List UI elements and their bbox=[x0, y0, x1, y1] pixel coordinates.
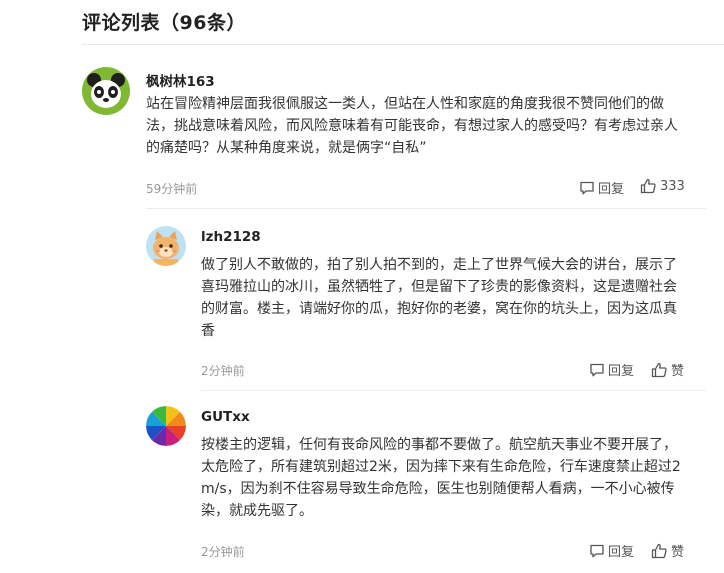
comment-line: 香 bbox=[201, 323, 215, 339]
cat-icon bbox=[146, 226, 186, 266]
comment-time: 2分钟前 bbox=[201, 545, 245, 559]
comment-divider bbox=[201, 390, 706, 391]
like-button[interactable]: 赞 bbox=[651, 360, 684, 379]
comment-username[interactable]: GUTxx bbox=[201, 409, 250, 425]
comment-time: 2分钟前 bbox=[201, 364, 245, 378]
reply-button[interactable]: 回复 bbox=[589, 541, 634, 560]
panda-icon bbox=[82, 67, 130, 115]
reply-icon bbox=[590, 544, 604, 557]
comment-line: 按楼主的逻辑，任何有丧命风险的事都不要做了。航空航天事业不要开展了， bbox=[201, 437, 677, 453]
reply-label: 回复 bbox=[598, 182, 625, 197]
avatar[interactable] bbox=[146, 406, 186, 446]
color-wheel-icon bbox=[146, 406, 186, 446]
like-button[interactable]: 赞 bbox=[651, 541, 684, 560]
comment-line: 喜玛雅拉山的冰川，虽然牺牲了，但是留下了珍贵的影像资料，这是遗赠社会 bbox=[201, 279, 677, 295]
comment-line: 染，就成先驱了。 bbox=[201, 503, 313, 519]
comment-divider bbox=[146, 208, 706, 209]
comment-line: 法，挑战意味着风险，而风险意味着有可能丧命，有想过家人的感受吗？有考虑过亲人 bbox=[146, 118, 678, 134]
thumbs-up-icon bbox=[640, 178, 656, 194]
comment-content: 做了别人不敢做的，拍了别人拍不到的，走上了世界气候大会的讲台，展示了 喜玛雅拉山… bbox=[201, 254, 701, 342]
comment-time: 59分钟前 bbox=[146, 182, 198, 196]
comment-username[interactable]: 枫树林163 bbox=[146, 70, 215, 90]
comment-line: 做了别人不敢做的，拍了别人拍不到的，走上了世界气候大会的讲台，展示了 bbox=[201, 257, 677, 273]
like-label: 赞 bbox=[671, 364, 685, 379]
reply-label: 回复 bbox=[608, 545, 635, 560]
header-divider bbox=[82, 44, 724, 45]
like-count: 333 bbox=[660, 178, 685, 194]
like-button[interactable]: 333 bbox=[640, 178, 685, 194]
comment-username[interactable]: lzh2128 bbox=[201, 229, 261, 245]
reply-button[interactable]: 回复 bbox=[579, 178, 624, 197]
comment-line: 站在冒险精神层面我很佩服这一类人，但站在人性和家庭的角度我很不赞同他们的做 bbox=[146, 96, 664, 112]
thumbs-up-icon bbox=[651, 362, 667, 377]
comment-line: 的痛楚吗？从某种角度来说，就是俩字“自私” bbox=[146, 140, 427, 156]
thumbs-up-icon bbox=[651, 543, 667, 558]
comment-line: m/s，因为刹不住容易导致生命危险，医生也别随便帮人看病，一不小心被传 bbox=[201, 481, 675, 497]
page-title: 评论列表（96条） bbox=[82, 12, 246, 34]
reply-label: 回复 bbox=[608, 364, 635, 379]
reply-button[interactable]: 回复 bbox=[589, 360, 634, 379]
comment-line: 的财富。楼主，请端好你的瓜，抱好你的老婆，窝在你的坑头上，因为这瓜真 bbox=[201, 301, 677, 317]
comment-content: 按楼主的逻辑，任何有丧命风险的事都不要做了。航空航天事业不要开展了， 太危险了，… bbox=[201, 434, 701, 522]
reply-icon bbox=[590, 363, 604, 376]
comment-line: 太危险了，所有建筑别超过2米，因为摔下来有生命危险，行车速度禁止超过2 bbox=[201, 459, 681, 475]
avatar[interactable] bbox=[146, 226, 186, 266]
like-label: 赞 bbox=[671, 545, 685, 560]
avatar[interactable] bbox=[82, 67, 130, 115]
reply-icon bbox=[580, 181, 594, 194]
comment-content: 站在冒险精神层面我很佩服这一类人，但站在人性和家庭的角度我很不赞同他们的做 法，… bbox=[146, 93, 706, 159]
